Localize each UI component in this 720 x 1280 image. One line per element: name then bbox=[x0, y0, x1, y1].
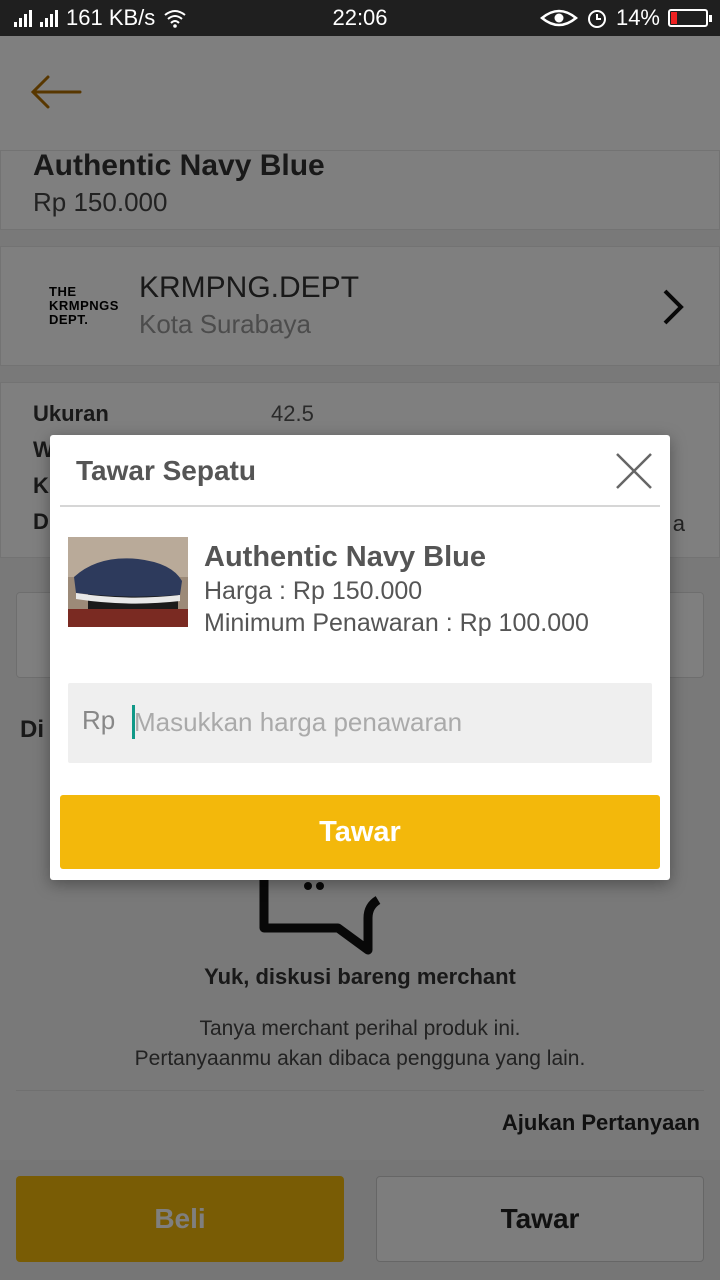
offer-field[interactable]: Rp bbox=[68, 683, 652, 763]
submit-offer-button[interactable]: Tawar bbox=[60, 795, 660, 869]
battery-percent: 14% bbox=[615, 5, 660, 30]
alarm-icon bbox=[587, 10, 606, 28]
dialog-title: Tawar Sepatu bbox=[76, 455, 256, 486]
status-bar: 161 KB/s 22:06 14% bbox=[0, 0, 720, 36]
eye-icon bbox=[539, 9, 578, 27]
minimum-offer-text: Minimum Penawaran : Rp 100.000 bbox=[204, 609, 589, 637]
dialog-product-price: Harga : Rp 150.000 bbox=[204, 577, 423, 605]
close-icon[interactable] bbox=[614, 451, 654, 491]
dialog-divider bbox=[60, 505, 660, 507]
offer-input[interactable] bbox=[134, 699, 634, 745]
offer-dialog: Tawar Sepatu Authentic Navy Blue Harga :… bbox=[50, 435, 670, 880]
dialog-product-name: Authentic Navy Blue bbox=[204, 541, 486, 573]
battery-icon bbox=[668, 9, 712, 27]
product-thumbnail bbox=[68, 537, 188, 627]
currency-prefix: Rp bbox=[82, 705, 116, 735]
